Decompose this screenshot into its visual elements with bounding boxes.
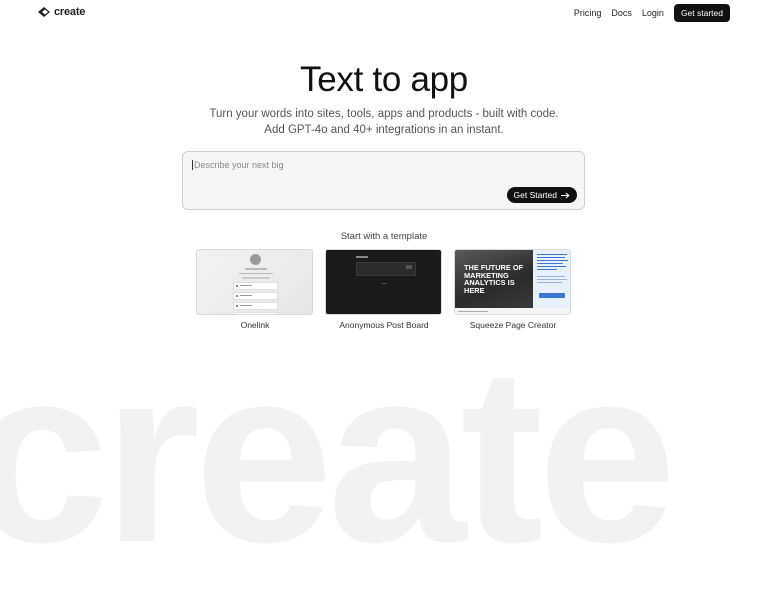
arrow-right-icon (561, 192, 570, 198)
preview-hero-image: The future of marketing analytics is her… (455, 250, 533, 308)
subtitle-line-2: Add GPT-4o and 40+ integrations in an in… (264, 124, 504, 136)
nav-login[interactable]: Login (642, 8, 664, 18)
preview-empty-indicator (382, 283, 387, 284)
preview-text-line (537, 279, 567, 280)
template-label-squeeze-page-creator[interactable]: Squeeze Page Creator (443, 320, 583, 330)
background-watermark: create (0, 315, 677, 594)
nav-pricing[interactable]: Pricing (574, 8, 602, 18)
preview-link-row (233, 302, 278, 310)
preview-text-line (537, 260, 568, 261)
onelink-preview (233, 254, 278, 314)
top-nav: Pricing Docs Login Get started (574, 4, 730, 22)
preview-text-line (537, 269, 557, 270)
template-card-onelink[interactable] (196, 249, 313, 315)
template-card-anonymous-post-board[interactable] (325, 249, 442, 315)
preview-text-line (537, 266, 566, 267)
preview-bio-bar (238, 273, 273, 274)
logo[interactable]: create (38, 6, 85, 18)
avatar (250, 254, 261, 265)
create-logo-icon (38, 7, 50, 17)
preview-link-row (233, 292, 278, 300)
nav-docs[interactable]: Docs (611, 8, 632, 18)
subtitle-line-1: Turn your words into sites, tools, apps … (209, 108, 559, 120)
preview-headline: The future of marketing analytics is her… (464, 263, 524, 295)
get-started-label: Get Started (513, 190, 557, 200)
template-card-squeeze-page-creator[interactable]: The future of marketing analytics is her… (454, 249, 571, 315)
template-label-anonymous-post-board[interactable]: Anonymous Post Board (314, 320, 454, 330)
preview-text-line (537, 282, 562, 283)
preview-signup-panel (533, 250, 570, 308)
preview-text-line (537, 257, 565, 258)
preview-text-line (537, 276, 565, 277)
template-label-onelink[interactable]: Onelink (185, 320, 325, 330)
get-started-nav-button[interactable]: Get started (673, 4, 730, 22)
preview-social-bar (241, 277, 270, 279)
preview-name-bar (244, 268, 267, 270)
page-title: Text to app (300, 60, 468, 99)
get-started-prompt-button[interactable]: Get Started (506, 187, 577, 203)
preview-link-row (233, 312, 278, 314)
prompt-input[interactable] (192, 160, 494, 170)
templates-heading: Start with a template (340, 231, 428, 242)
preview-link-row (233, 282, 278, 290)
preview-text-line (537, 254, 567, 255)
preview-post-button (406, 265, 412, 269)
preview-cta-button (539, 293, 565, 298)
header: create Pricing Docs Login Get started (0, 0, 768, 28)
prompt-box: Get Started (182, 151, 585, 210)
preview-text-line (537, 263, 563, 264)
preview-footer (455, 308, 570, 314)
logo-text: create (54, 6, 86, 18)
preview-title-bar (356, 256, 368, 258)
